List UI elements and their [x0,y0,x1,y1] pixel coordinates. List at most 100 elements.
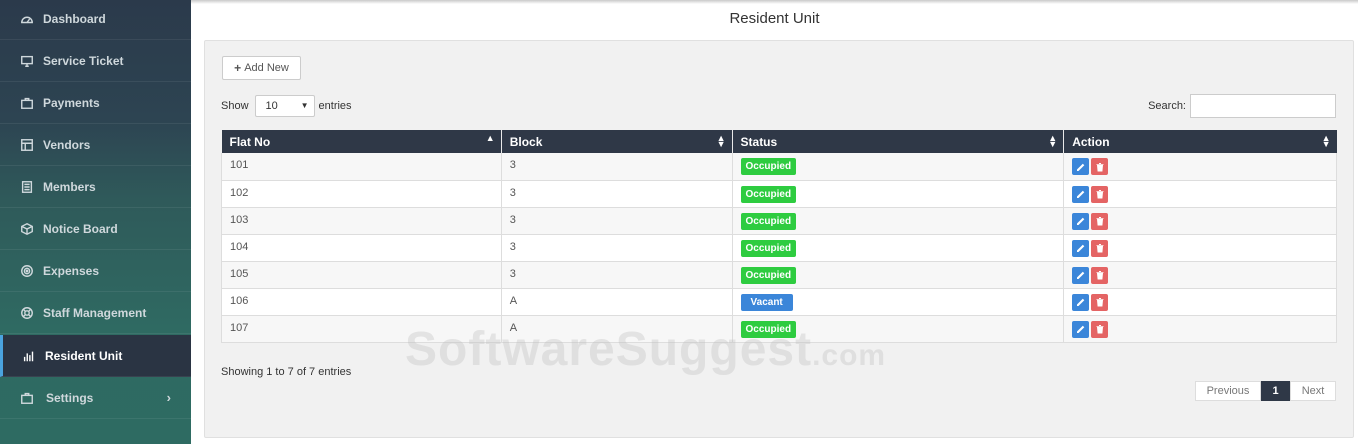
status-cell: Occupied [732,207,1065,235]
page-1-button[interactable]: 1 [1261,381,1290,401]
action-cell [1063,153,1337,181]
pencil-icon [1076,189,1086,199]
edit-button[interactable] [1072,320,1090,338]
lifebuoy-icon [19,305,35,321]
sort-icon: ▲ ▼ [716,133,726,149]
sidebar-item-staff-management[interactable]: Staff Management [0,292,191,334]
trash-icon [1095,243,1105,253]
table-row: 102 3 Occupied [221,180,1337,208]
delete-button[interactable] [1091,158,1109,175]
edit-button[interactable] [1072,266,1090,284]
trash-icon [1095,270,1105,280]
table-row: 101 3 Occupied [221,153,1337,181]
sidebar-item-label: Settings [46,390,94,405]
action-cell [1063,207,1337,235]
status-badge: Occupied [740,158,797,175]
flat-no-cell: 106 [221,288,502,316]
edit-button[interactable] [1072,158,1090,175]
status-badge: Occupied [740,212,797,230]
add-new-button[interactable]: + Add New [222,56,301,80]
briefcase-icon [19,95,35,111]
block-cell: 3 [501,234,733,262]
status-badge: Occupied [740,185,797,203]
delete-button[interactable] [1091,185,1109,203]
pencil-icon [1076,162,1086,172]
column-header-flat-no[interactable]: Flat No ▲ [221,130,502,153]
sidebar-item-members[interactable]: Members [0,166,191,208]
trash-icon [1095,297,1105,307]
sidebar-item-notice-board[interactable]: Notice Board [0,208,191,250]
table-row: 105 3 Occupied [221,261,1337,289]
pencil-icon [1076,216,1086,226]
flat-no-cell: 101 [221,153,502,181]
action-cell [1063,261,1337,289]
table-row: 106 A Vacant [221,288,1337,316]
pagination: Previous 1 Next [1195,381,1336,401]
trash-icon [1095,324,1105,334]
top-shadow [191,0,1358,4]
sidebar-item-label: Resident Unit [45,348,123,363]
status-badge: Occupied [740,320,797,338]
sidebar-item-label: Vendors [43,137,91,152]
sidebar-item-label: Staff Management [43,305,147,320]
plus-icon: + [234,61,242,75]
status-cell: Occupied [732,153,1065,181]
trash-icon [1095,216,1105,226]
next-page-button[interactable]: Next [1290,381,1336,401]
sidebar-item-label: Service Ticket [43,53,124,68]
edit-button[interactable] [1072,212,1090,230]
status-cell: Vacant [732,288,1065,316]
flat-no-cell: 102 [221,180,502,208]
table-row: 103 3 Occupied [221,207,1337,235]
sidebar-item-label: Payments [43,95,100,110]
sidebar-item-payments[interactable]: Payments [0,82,191,124]
sidebar-item-label: Dashboard [43,11,106,26]
delete-button[interactable] [1091,212,1109,230]
sidebar-item-resident-unit[interactable]: Resident Unit [0,335,191,377]
trash-icon [1095,162,1105,172]
sidebar-item-label: Expenses [43,263,100,278]
edit-button[interactable] [1072,185,1090,203]
delete-button[interactable] [1091,266,1109,284]
table-row: 107 A Occupied [221,315,1337,343]
target-icon [19,263,35,279]
sort-icon: ▲ ▼ [1321,133,1331,149]
cube-icon [19,221,35,237]
sidebar: Dashboard Service Ticket Payments Vendor… [0,0,191,444]
delete-button[interactable] [1091,239,1109,257]
entries-label: entries [318,100,352,112]
edit-button[interactable] [1072,239,1090,257]
status-cell: Occupied [732,261,1065,289]
sidebar-item-service-ticket[interactable]: Service Ticket [0,40,191,82]
sidebar-item-settings[interactable]: Settings › [0,377,191,419]
sidebar-item-vendors[interactable]: Vendors [0,124,191,166]
status-cell: Occupied [732,234,1065,262]
sort-icon: ▲ ▼ [1048,133,1058,149]
table-header-row: Flat No ▲ Block ▲ ▼ Status ▲ ▼ Action ▲ ▼ [221,130,1337,153]
action-cell [1063,180,1337,208]
page-length-value: 10 [265,100,278,112]
previous-page-button[interactable]: Previous [1195,381,1261,401]
delete-button[interactable] [1091,320,1109,338]
page-length-select[interactable]: 10 ▼ [254,95,315,117]
page-title: Resident Unit [729,10,820,27]
sidebar-item-label: Notice Board [43,221,118,236]
edit-button[interactable] [1072,293,1090,311]
status-cell: Occupied [732,180,1065,208]
sidebar-item-dashboard[interactable]: Dashboard [0,0,191,40]
flat-no-cell: 103 [221,207,502,235]
column-header-status[interactable]: Status ▲ ▼ [732,130,1065,153]
table-row: 104 3 Occupied [221,234,1337,262]
search-input[interactable] [1190,94,1336,118]
search-label: Search: [1148,100,1186,112]
flat-no-cell: 107 [221,315,502,343]
caret-down-icon: ▼ [300,101,309,110]
column-header-action[interactable]: Action ▲ ▼ [1063,130,1337,153]
show-label: Show [221,100,249,112]
column-header-block[interactable]: Block ▲ ▼ [501,130,733,153]
status-badge: Occupied [740,266,797,284]
table-icon [19,137,35,153]
delete-button[interactable] [1091,293,1109,311]
sidebar-item-expenses[interactable]: Expenses [0,250,191,292]
pencil-icon [1076,324,1086,334]
